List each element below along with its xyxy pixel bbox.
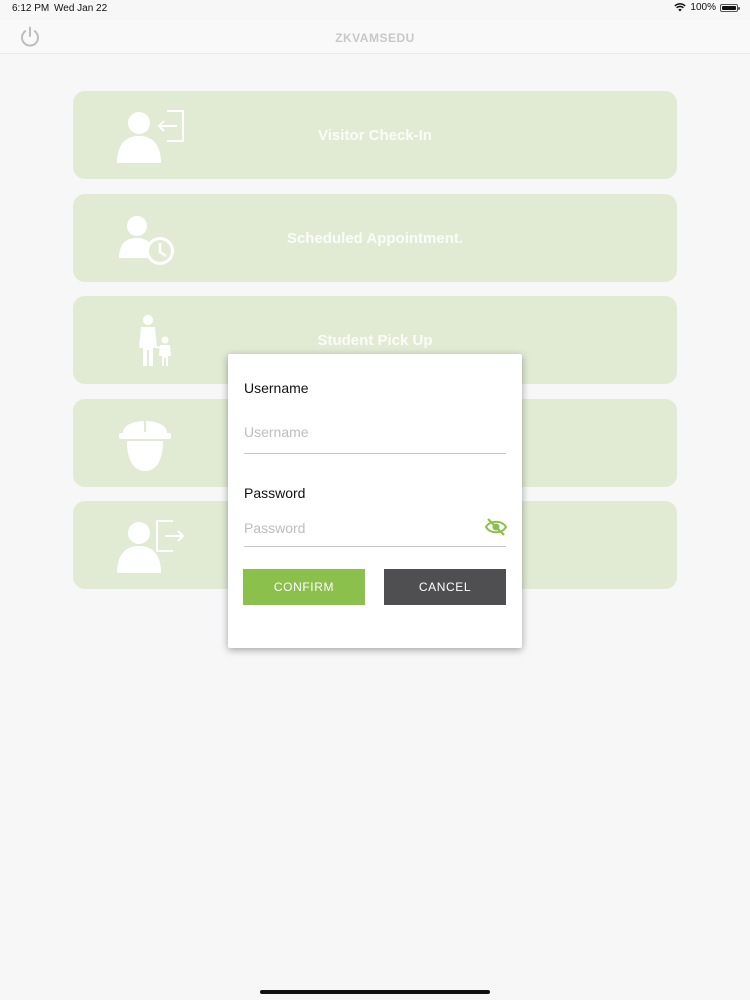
password-underline [244,546,506,547]
password-label: Password [244,485,306,501]
scheduled-appointment-label: Scheduled Appointment. [286,229,464,247]
status-time: 6:12 PM [12,3,50,14]
confirm-button[interactable]: CONFIRM [243,569,365,605]
app-logo: ZKVAMSEDU [335,31,415,45]
visitor-checkout-icon [117,520,185,573]
battery-percent: 100% [690,2,716,13]
navbar: ZKVAMSEDU [0,20,750,54]
eye-off-icon[interactable] [484,518,508,536]
wifi-icon [674,3,687,12]
username-underline [244,453,506,454]
visitor-checkin-label: Visitor Check-In [318,127,432,144]
home-indicator [260,990,490,994]
username-input[interactable] [244,420,506,444]
battery-icon [720,3,740,12]
visitor-checkin-card[interactable]: Visitor Check-In [73,91,677,179]
student-pickup-label: Student Pick Up [317,332,433,349]
status-bar: 6:12 PM Wed Jan 22 100% [0,0,750,20]
cancel-button[interactable]: CANCEL [384,569,506,605]
password-input[interactable] [244,516,480,540]
username-label: Username [244,380,309,396]
contractor-helmet-icon [119,416,171,471]
login-dialog: Username Password CONFIRM CANCEL [228,354,522,648]
status-indicators: 100% [674,2,740,13]
status-date: Wed Jan 22 [54,3,108,14]
scheduled-appointment-card[interactable]: Scheduled Appointment. [73,193,677,282]
